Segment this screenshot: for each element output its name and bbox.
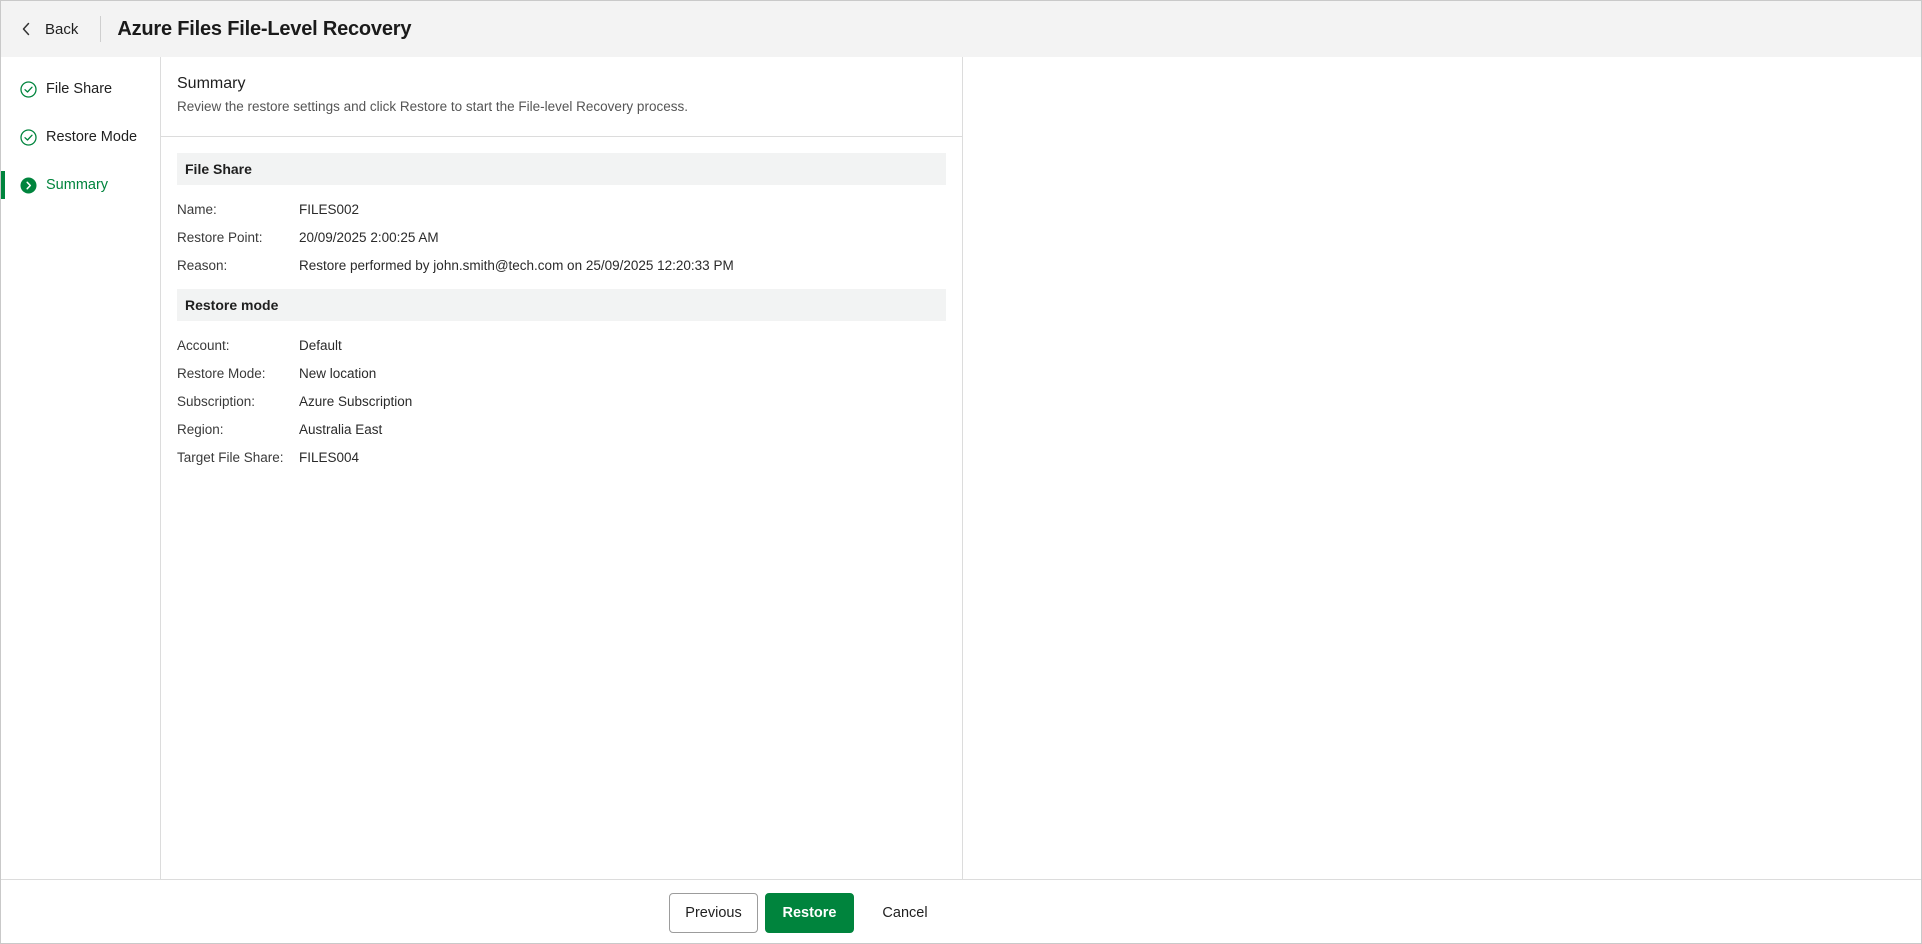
detail-value: Australia East <box>299 421 383 437</box>
header-bar: Back Azure Files File-Level Recovery <box>1 1 1921 57</box>
detail-row: Restore Mode: New location <box>177 359 946 387</box>
wizard-window: Back Azure Files File-Level Recovery Fil… <box>0 0 1922 944</box>
section-header-restore-mode: Restore mode <box>177 289 946 321</box>
detail-key: Region: <box>177 421 224 437</box>
detail-value: New location <box>299 365 377 381</box>
file-share-details: Name: FILES002 Restore Point: 20/09/2025… <box>177 185 946 289</box>
back-button[interactable]: Back <box>21 13 100 45</box>
detail-value: Azure Subscription <box>299 393 413 409</box>
check-circle-icon <box>19 80 37 98</box>
detail-key: Restore Point: <box>177 229 263 245</box>
check-circle-icon <box>19 128 37 146</box>
detail-row: Reason: Restore performed by john.smith@… <box>177 251 946 279</box>
detail-value: FILES002 <box>299 201 360 217</box>
step-restore-mode[interactable]: Restore Mode <box>1 113 160 161</box>
summary-title: Summary <box>177 75 246 92</box>
detail-key: Name: <box>177 201 217 217</box>
detail-row: Target File Share: FILES004 <box>177 443 946 471</box>
detail-key: Subscription: <box>177 393 256 409</box>
step-label: Summary <box>46 177 109 193</box>
detail-row: Name: FILES002 <box>177 195 946 223</box>
summary-description: Review the restore settings and click Re… <box>177 99 688 114</box>
chevron-left-icon <box>22 22 30 36</box>
detail-key: Target File Share: <box>177 449 284 465</box>
detail-key: Reason: <box>177 257 228 273</box>
detail-value: 20/09/2025 2:00:25 AM <box>299 229 439 245</box>
step-summary[interactable]: Summary <box>1 161 160 209</box>
detail-row: Region: Australia East <box>177 415 946 443</box>
detail-row: Account: Default <box>177 331 946 359</box>
detail-value: FILES004 <box>299 449 360 465</box>
previous-button[interactable]: Previous <box>669 893 758 933</box>
wizard-steps: File Share Restore Mode Summary <box>1 57 161 879</box>
detail-row: Restore Point: 20/09/2025 2:00:25 AM <box>177 223 946 251</box>
step-label: File Share <box>46 81 113 97</box>
header-divider <box>100 16 102 42</box>
step-label: Restore Mode <box>46 129 138 145</box>
detail-value: Restore performed by john.smith@tech.com… <box>299 257 734 273</box>
page-title: Azure Files File-Level Recovery <box>117 17 412 40</box>
summary-panel: Summary Review the restore settings and … <box>161 57 963 879</box>
restore-mode-details: Account: Default Restore Mode: New locat… <box>177 321 946 481</box>
chevron-right-circle-icon <box>19 176 37 194</box>
detail-value: Default <box>299 337 342 353</box>
summary-header: Summary Review the restore settings and … <box>161 57 962 137</box>
step-file-share[interactable]: File Share <box>1 65 160 113</box>
detail-key: Restore Mode: <box>177 365 266 381</box>
detail-row: Subscription: Azure Subscription <box>177 387 946 415</box>
detail-key: Account: <box>177 337 230 353</box>
restore-button[interactable]: Restore <box>765 893 854 933</box>
cancel-button[interactable]: Cancel <box>867 893 943 933</box>
back-label: Back <box>45 20 79 38</box>
section-header-file-share: File Share <box>177 153 946 185</box>
summary-body: File Share Name: FILES002 Restore Point:… <box>161 137 962 481</box>
footer-bar: Previous Restore Cancel <box>1 879 1921 943</box>
